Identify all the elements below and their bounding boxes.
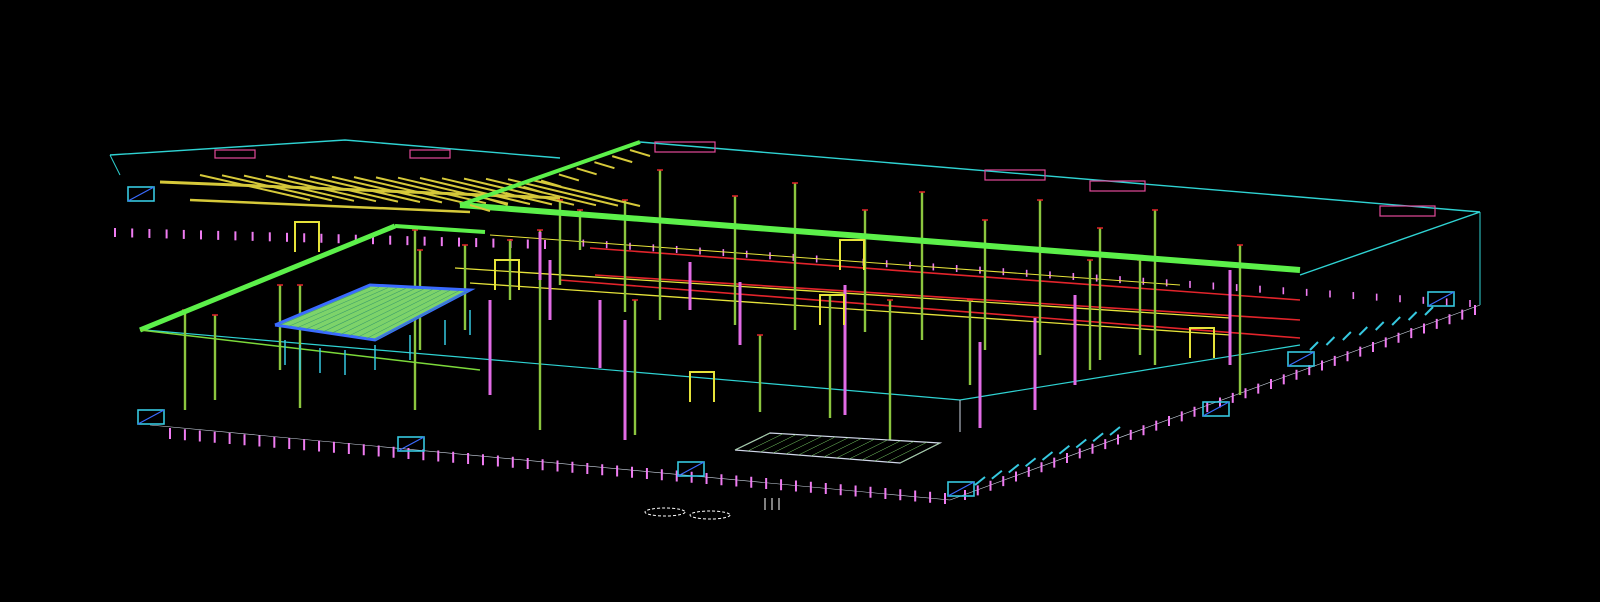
stair-flight <box>1375 321 1385 331</box>
door-frame <box>819 294 845 325</box>
ceiling-grid-line <box>811 437 849 457</box>
ceiling-grid-line <box>874 441 914 462</box>
floor-edge-line <box>144 329 1301 401</box>
truss-member <box>558 173 580 182</box>
roof-hatch <box>409 149 451 159</box>
ceiling-grid-line <box>823 438 862 458</box>
stair-flight <box>1041 451 1054 461</box>
stair-flight <box>1391 316 1401 326</box>
stair-flight <box>1407 311 1418 321</box>
stair-flight <box>1109 426 1121 436</box>
stair-flight <box>974 476 986 486</box>
bracing-yellow <box>454 267 1231 319</box>
roof-edge-north <box>639 141 1481 213</box>
stair-flight <box>991 469 1003 480</box>
cad-3d-viewport[interactable] <box>0 0 1600 602</box>
stair-stringer <box>137 409 165 425</box>
roof-edge-north-west <box>109 139 561 159</box>
stair-stringer <box>1427 291 1455 307</box>
ceiling-grid-line <box>836 438 875 459</box>
stair-flight <box>1058 444 1070 455</box>
ceiling-grid-line <box>747 433 784 452</box>
truss-member <box>576 167 597 176</box>
stair-flight <box>1092 432 1104 443</box>
joist-layer <box>159 174 641 214</box>
ceiling-grid-line <box>772 435 810 454</box>
roof-hatch <box>214 149 256 159</box>
stair-flight <box>1325 336 1336 346</box>
stair-flight <box>1358 326 1368 336</box>
stair-stringer <box>1287 351 1315 367</box>
truss-member <box>629 149 651 157</box>
bracing-red <box>589 247 1301 301</box>
door-frame <box>689 371 715 402</box>
truss-member <box>594 161 615 170</box>
stair-flight <box>1008 463 1020 474</box>
bracing-red <box>594 274 1301 321</box>
ceiling-grid-line <box>861 440 901 461</box>
beam-stub <box>394 224 486 234</box>
door-frame <box>839 239 865 270</box>
roof-edge-east <box>1299 211 1481 276</box>
stair-flight <box>1342 331 1352 341</box>
stair-flight <box>1424 306 1434 316</box>
stair-stringer <box>127 186 155 202</box>
beam-edge <box>139 329 481 371</box>
pile-marker <box>644 507 686 517</box>
beam-long-main <box>459 202 1301 273</box>
joist-girder <box>189 198 471 214</box>
mezzanine-layer <box>274 283 476 375</box>
stair-flight <box>1075 438 1087 449</box>
beam-layer <box>139 140 1301 371</box>
detail-layer <box>127 186 1455 520</box>
stair-flight <box>1025 457 1037 468</box>
ceiling-grid-line <box>899 442 941 464</box>
mezzanine-edge <box>274 283 476 342</box>
ceiling-grid-line <box>734 432 771 451</box>
door-frame <box>294 221 320 252</box>
ceiling-grid-line <box>798 436 836 456</box>
structural-model-wireframe[interactable] <box>0 0 1600 602</box>
roof-corner-nw <box>109 154 121 176</box>
truss-member <box>611 155 633 164</box>
pile-marker <box>689 510 731 520</box>
stair-stringer <box>397 436 425 452</box>
ceiling-grid-line <box>760 434 797 453</box>
bracing-layer <box>454 234 1301 339</box>
roof-hatch <box>1089 180 1146 192</box>
stair-stringer <box>947 481 975 497</box>
ceiling-grid-line <box>849 439 888 460</box>
ceiling-grid-line <box>785 435 823 455</box>
stair-flight <box>1309 341 1319 351</box>
